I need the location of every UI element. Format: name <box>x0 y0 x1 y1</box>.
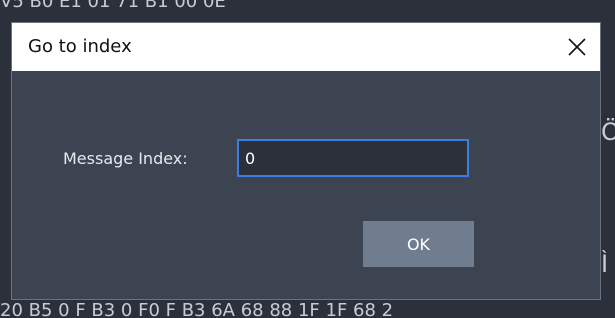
close-icon <box>568 38 586 56</box>
dialog-content: Message Index: OK <box>12 71 600 299</box>
go-to-index-dialog: Go to index Message Index: OK <box>11 22 601 300</box>
close-button[interactable] <box>554 23 600 71</box>
background-glyph-right-2: Ì <box>601 250 609 278</box>
dialog-title: Go to index <box>28 36 132 57</box>
background-hex-row-top: V5 B0 E1 01 71 B1 00 0E <box>0 0 615 9</box>
background-hex-row-bottom: 20 B5 0 F B3 0 F0 F B3 6A 68 88 1F 1F 68… <box>0 300 394 318</box>
dialog-titlebar: Go to index <box>12 23 600 71</box>
message-index-label: Message Index: <box>63 149 188 168</box>
background-glyph-right-1: Ö <box>601 118 615 146</box>
message-index-input[interactable] <box>237 139 469 177</box>
ok-button[interactable]: OK <box>363 221 474 267</box>
